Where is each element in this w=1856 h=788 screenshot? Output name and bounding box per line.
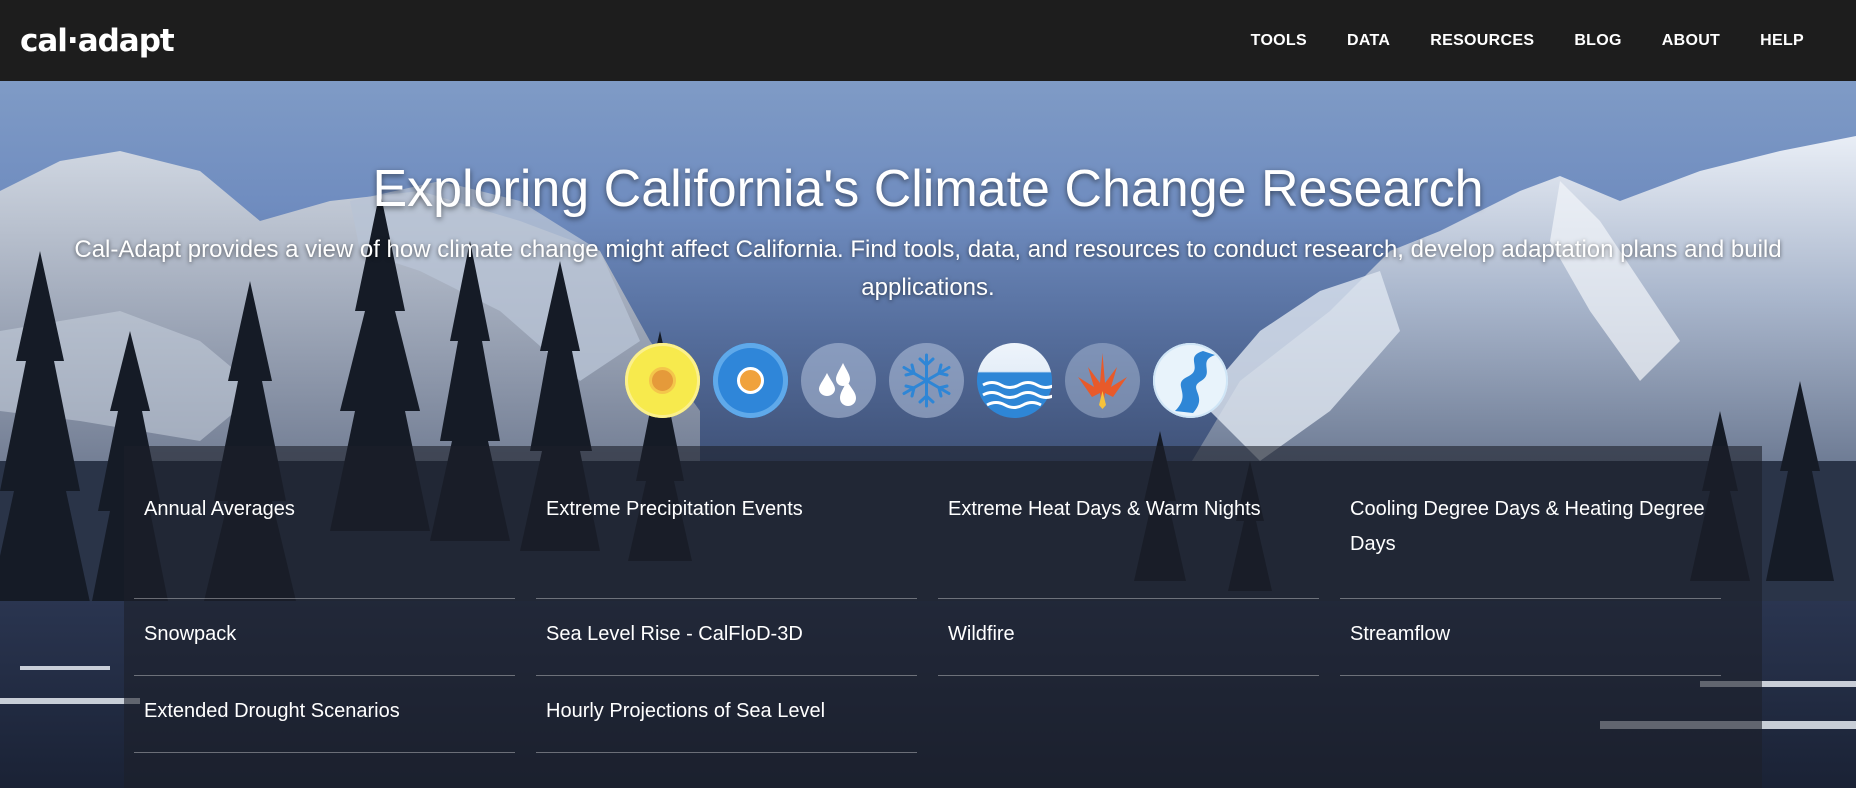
tool-link-sea-level-rise[interactable]: Sea Level Rise - CalFloD-3D xyxy=(536,599,917,676)
page-subtitle: Cal-Adapt provides a view of how climate… xyxy=(74,236,1782,301)
hero-section: Exploring California's Climate Change Re… xyxy=(0,81,1856,788)
tools-grid: Annual Averages Extreme Precipitation Ev… xyxy=(134,486,1732,753)
page-title: Exploring California's Climate Change Re… xyxy=(372,160,1484,218)
sea-waves-icon[interactable] xyxy=(977,343,1052,418)
streamflow-icon[interactable] xyxy=(1153,343,1228,418)
tool-link-extended-drought[interactable]: Extended Drought Scenarios xyxy=(134,676,515,753)
sun-icon[interactable] xyxy=(625,343,700,418)
snowflake-icon[interactable] xyxy=(889,343,964,418)
wildfire-icon[interactable] xyxy=(1065,343,1140,418)
tool-link-extreme-heat[interactable]: Extreme Heat Days & Warm Nights xyxy=(938,486,1319,599)
top-navigation-bar: cal·adapt TOOLS DATA RESOURCES BLOG ABOU… xyxy=(0,0,1856,81)
nav-help[interactable]: HELP xyxy=(1740,32,1824,50)
climate-topic-icons xyxy=(625,343,1228,418)
tool-link-snowpack[interactable]: Snowpack xyxy=(134,599,515,676)
tool-link-extreme-precipitation[interactable]: Extreme Precipitation Events xyxy=(536,486,917,599)
cal-adapt-logo[interactable]: cal·adapt xyxy=(20,23,175,59)
sun-blue-icon[interactable] xyxy=(713,343,788,418)
tool-link-streamflow[interactable]: Streamflow xyxy=(1340,599,1721,676)
nav-about[interactable]: ABOUT xyxy=(1642,32,1740,50)
nav-data[interactable]: DATA xyxy=(1327,32,1410,50)
nav-resources[interactable]: RESOURCES xyxy=(1410,32,1554,50)
nav-blog[interactable]: BLOG xyxy=(1554,32,1641,50)
tools-panel: Annual Averages Extreme Precipitation Ev… xyxy=(124,446,1762,788)
main-nav: TOOLS DATA RESOURCES BLOG ABOUT HELP xyxy=(1231,32,1824,50)
tool-link-wildfire[interactable]: Wildfire xyxy=(938,599,1319,676)
nav-tools[interactable]: TOOLS xyxy=(1231,32,1327,50)
raindrops-icon[interactable] xyxy=(801,343,876,418)
tool-link-hourly-sea-level[interactable]: Hourly Projections of Sea Level xyxy=(536,676,917,753)
tool-link-degree-days[interactable]: Cooling Degree Days & Heating Degree Day… xyxy=(1340,486,1721,599)
tool-link-annual-averages[interactable]: Annual Averages xyxy=(134,486,515,599)
